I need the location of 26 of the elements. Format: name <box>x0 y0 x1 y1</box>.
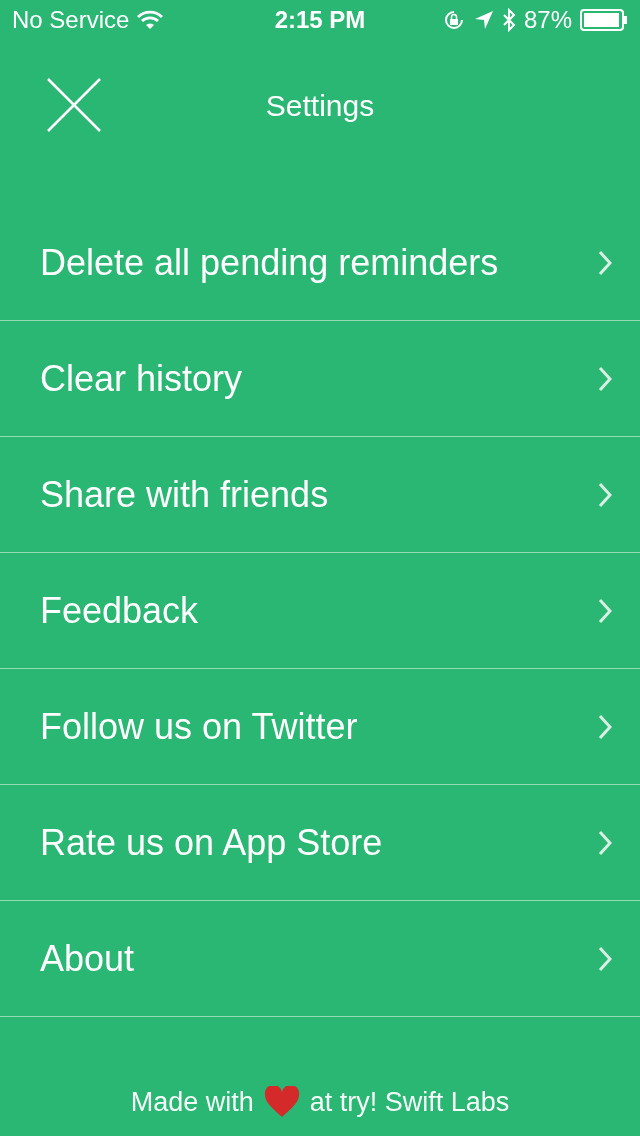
battery-icon <box>580 9 628 31</box>
settings-row[interactable]: Follow us on Twitter <box>0 669 640 785</box>
settings-row[interactable]: Delete all pending reminders <box>0 205 640 321</box>
bluetooth-icon <box>501 8 516 32</box>
settings-row[interactable]: Feedback <box>0 553 640 669</box>
chevron-right-icon <box>598 481 612 508</box>
footer-text: at try! Swift Labs <box>309 1085 510 1119</box>
chevron-right-icon <box>598 829 612 856</box>
chevron-right-icon <box>598 365 612 392</box>
wifi-icon <box>137 10 164 30</box>
settings-row[interactable]: Clear history <box>0 321 640 437</box>
chevron-right-icon <box>598 945 612 972</box>
chevron-right-icon <box>598 713 612 740</box>
footer-text: Made with <box>130 1085 254 1119</box>
chevron-right-icon <box>598 597 612 624</box>
location-arrow-icon <box>473 10 494 30</box>
settings-row[interactable]: About <box>0 901 640 1017</box>
close-icon <box>47 78 101 132</box>
chevron-right-icon <box>598 249 612 276</box>
carrier-text: No Service <box>12 5 130 35</box>
clock-text: 2:15 PM <box>274 5 366 35</box>
battery-text: 87% <box>523 5 572 35</box>
screen-title: Settings <box>265 87 375 124</box>
heart-icon <box>263 1085 300 1118</box>
settings-row[interactable]: Rate us on App Store <box>0 785 640 901</box>
settings-row[interactable]: Share with friends <box>0 437 640 553</box>
